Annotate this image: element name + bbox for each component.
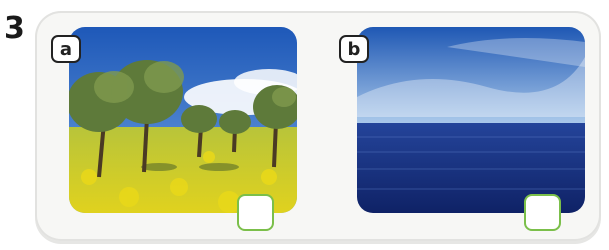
answer-checkbox-b[interactable] [524, 194, 561, 231]
exercise-number: 3 [4, 11, 25, 46]
photo-olive-grove [69, 27, 297, 213]
answer-checkbox-a[interactable] [237, 194, 274, 231]
option-label-b: b [339, 35, 369, 63]
option-label-a: a [51, 35, 81, 63]
photo-sea [357, 27, 585, 213]
